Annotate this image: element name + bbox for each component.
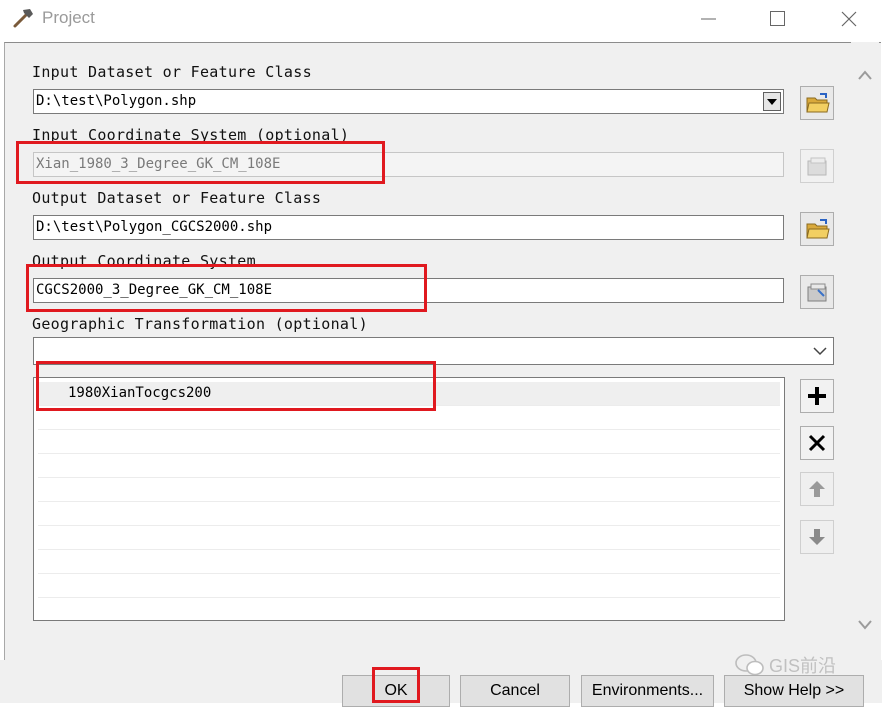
list-item-empty[interactable] [38,478,780,502]
properties-icon [807,157,827,176]
wechat-icon [735,654,764,676]
watermark-text: GIS前沿 [769,656,837,676]
browse-output-dataset-button[interactable] [800,212,834,246]
close-icon [841,11,857,27]
open-folder-icon [806,93,830,113]
move-up-icon [809,481,825,497]
remove-icon [808,434,826,452]
maximize-icon [770,11,785,26]
output-coord-properties-button[interactable] [800,275,834,309]
open-folder-icon [806,219,830,239]
chevron-down-icon [813,347,827,356]
environments-button-label: Environments... [591,682,704,699]
maximize-button[interactable] [755,0,801,38]
input-dataset-value: D:\test\Polygon.shp [36,93,197,109]
list-item-empty[interactable] [38,430,780,454]
input-dataset-label: Input Dataset or Feature Class [32,63,312,81]
input-dataset-combo[interactable]: D:\test\Polygon.shp [33,89,784,114]
input-coord-properties-button [800,149,834,183]
hammer-icon [13,9,33,28]
move-down-button [800,520,834,554]
scroll-up-icon[interactable] [858,70,872,80]
browse-input-dataset-button[interactable] [800,86,834,120]
geo-transform-label: Geographic Transformation (optional) [32,315,368,333]
properties-icon [807,283,827,302]
list-item-empty[interactable] [38,574,780,598]
move-up-button [800,472,834,506]
add-icon [808,387,826,405]
list-item-empty[interactable] [38,454,780,478]
highlight-input-coord [16,141,385,184]
show-help-button-label: Show Help >> [743,682,845,699]
minimize-button[interactable] [686,0,732,38]
list-item-empty[interactable] [38,550,780,574]
output-dataset-field[interactable]: D:\test\Polygon_CGCS2000.shp [33,215,784,240]
list-item-empty[interactable] [38,502,780,526]
move-down-icon [809,529,825,545]
cancel-button-label: Cancel [490,682,540,699]
highlight-ok-button [372,667,420,703]
remove-button[interactable] [800,426,834,460]
minimize-icon [701,18,716,20]
window-title: Project [42,8,95,27]
output-dataset-value: D:\test\Polygon_CGCS2000.shp [36,219,273,235]
highlight-geo-transform-item [36,361,436,411]
add-button[interactable] [800,379,834,413]
list-item-empty[interactable] [38,526,780,550]
output-dataset-label: Output Dataset or Feature Class [32,189,322,207]
show-help-button[interactable]: Show Help >> [724,675,864,707]
environments-button[interactable]: Environments... [581,675,714,707]
title-bar: Project [0,0,882,40]
geo-transform-list[interactable]: 1980XianTocgcs200 [33,377,785,621]
highlight-output-coord [26,264,427,312]
dropdown-arrow-icon [767,99,777,105]
scroll-down-icon[interactable] [858,620,872,630]
cancel-button[interactable]: Cancel [460,675,570,707]
input-dataset-dropdown-button[interactable] [763,92,781,111]
close-button[interactable] [826,0,872,38]
vertical-scrollbar[interactable] [851,42,879,660]
